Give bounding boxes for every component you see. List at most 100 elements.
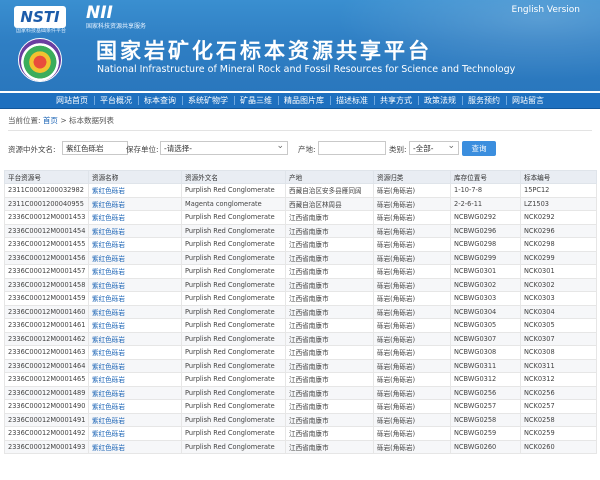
resource-id-cell: 2336C00012M0001457	[4, 264, 89, 279]
specimen-no-cell: NCK0259	[520, 426, 597, 441]
resource-id-cell: 2336C00012M0001460	[4, 304, 89, 319]
nii-logo[interactable]: NII	[86, 3, 113, 23]
specimen-no-cell: NCK0292	[520, 210, 597, 225]
resource-name-link[interactable]: 紫红色砾岩	[88, 372, 182, 387]
resource-name-link[interactable]: 紫红色砾岩	[88, 345, 182, 360]
location-cell: NCBWG0304	[450, 304, 521, 319]
column-header[interactable]: 平台资源号	[4, 170, 89, 184]
nav-item-home[interactable]: 网站首页	[51, 93, 94, 108]
table-row: 2336C00012M0001492 紫红色砾岩 Purplish Red Cong…	[4, 426, 597, 441]
origin-cell: 江西省南康市	[285, 358, 374, 373]
location-cell: NCBWG0259	[450, 426, 521, 441]
specimen-no-cell: NCK0307	[520, 331, 597, 346]
resource-name-link[interactable]: 紫红色砾岩	[88, 223, 182, 238]
resource-name-link[interactable]: 紫红色砾岩	[88, 304, 182, 319]
resource-name-link[interactable]: 紫红色砾岩	[88, 237, 182, 252]
foreign-name-cell: Purplish Red Conglomerate	[181, 412, 286, 427]
resource-name-link[interactable]: 紫红色砾岩	[88, 358, 182, 373]
resource-name-link[interactable]: 紫红色砾岩	[88, 250, 182, 265]
table-row: 2336C00012M0001493 紫红色砾岩 Purplish Red Cong…	[4, 439, 597, 454]
foreign-name-cell: Purplish Red Conglomerate	[181, 372, 286, 387]
table-row: 2311C0001200032982 紫红色砾岩 Purplish Red Cong…	[4, 183, 597, 198]
foreign-name-cell: Purplish Red Conglomerate	[181, 426, 286, 441]
origin-filter-input[interactable]	[318, 141, 386, 155]
table-row: 2336C00012M0001491 紫红色砾岩 Purplish Red Cong…	[4, 412, 597, 427]
resource-name-link[interactable]: 紫红色砾岩	[88, 264, 182, 279]
column-header[interactable]: 库存位置号	[450, 170, 521, 184]
category-filter-select[interactable]: -全部-	[409, 141, 459, 155]
foreign-name-cell: Purplish Red Conglomerate	[181, 304, 286, 319]
nav-item-sharing[interactable]: 共享方式	[375, 93, 418, 108]
column-header[interactable]: 资源名称	[88, 170, 182, 184]
origin-cell: 江西省南康市	[285, 439, 374, 454]
origin-cell: 西藏自治区安多县雁同阔	[285, 183, 374, 198]
specimen-no-cell: NCK0308	[520, 345, 597, 360]
english-version-link[interactable]: English Version	[512, 5, 580, 15]
resource-name-link[interactable]: 紫红色砾岩	[88, 385, 182, 400]
nav-item-booking[interactable]: 服务预约	[463, 93, 506, 108]
resource-name-link[interactable]: 紫红色砾岩	[88, 318, 182, 333]
location-cell: 1-10-7-8	[450, 183, 521, 198]
table-row: 2336C00012M0001454 紫红色砾岩 Purplish Red Cong…	[4, 223, 597, 238]
nav-item-crystal-3d[interactable]: 矿晶三维	[235, 93, 278, 108]
resource-name-link[interactable]: 紫红色砾岩	[88, 331, 182, 346]
table-row: 2311C0001200040955 紫红色砾岩 Magenta conglomer…	[4, 196, 597, 211]
specimen-no-cell: NCK0299	[520, 250, 597, 265]
origin-cell: 江西省南康市	[285, 399, 374, 414]
query-button[interactable]: 查询	[462, 141, 496, 156]
origin-cell: 西藏自治区林周县	[285, 196, 374, 211]
specimen-no-cell: LZ1503	[520, 196, 597, 211]
foreign-name-cell: Purplish Red Conglomerate	[181, 291, 286, 306]
foreign-name-cell: Magenta conglomerate	[181, 196, 286, 211]
nsti-logo-subtitle: 国家科技基础条件平台	[16, 28, 67, 34]
resource-name-link[interactable]: 紫红色砾岩	[88, 196, 182, 211]
location-cell: NCBWG0305	[450, 318, 521, 333]
nav-item-image-library[interactable]: 精品图片库	[279, 93, 330, 108]
column-header[interactable]: 产地	[285, 170, 374, 184]
resource-name-link[interactable]: 紫红色砾岩	[88, 210, 182, 225]
nav-item-overview[interactable]: 平台概况	[95, 93, 138, 108]
foreign-name-cell: Purplish Red Conglomerate	[181, 183, 286, 198]
breadcrumb-divider	[8, 130, 592, 131]
resource-name-link[interactable]: 紫红色砾岩	[88, 412, 182, 427]
nsti-logo[interactable]: NSTI	[14, 6, 66, 28]
column-header[interactable]: 资源外文名	[181, 170, 286, 184]
foreign-name-cell: Purplish Red Conglomerate	[181, 385, 286, 400]
resource-id-cell: 2336C00012M0001454	[4, 223, 89, 238]
resource-id-cell: 2336C00012M0001459	[4, 291, 89, 306]
category-cell: 砾岩(角砾岩)	[373, 196, 451, 211]
foreign-name-cell: Purplish Red Conglomerate	[181, 439, 286, 454]
name-filter-input[interactable]: 紫红色砾岩	[62, 141, 128, 155]
breadcrumb-home-link[interactable]: 首页	[43, 116, 58, 125]
category-cell: 砾岩(角砾岩)	[373, 318, 451, 333]
location-cell: NCBWG0292	[450, 210, 521, 225]
resource-name-link[interactable]: 紫红色砾岩	[88, 426, 182, 441]
resource-name-link[interactable]: 紫红色砾岩	[88, 277, 182, 292]
nav-item-systematic-mineralogy[interactable]: 系统矿物学	[183, 93, 234, 108]
specimen-no-cell: NCK0312	[520, 372, 597, 387]
resource-name-link[interactable]: 紫红色砾岩	[88, 439, 182, 454]
breadcrumb-current: > 标本数据列表	[60, 116, 114, 125]
foreign-name-cell: Purplish Red Conglomerate	[181, 358, 286, 373]
resource-name-link[interactable]: 紫红色砾岩	[88, 399, 182, 414]
origin-cell: 江西省南康市	[285, 250, 374, 265]
column-header[interactable]: 标本编号	[520, 170, 597, 184]
origin-cell: 江西省南康市	[285, 210, 374, 225]
resource-id-cell: 2336C00012M0001455	[4, 237, 89, 252]
location-cell: NCBWG0299	[450, 250, 521, 265]
column-header[interactable]: 资源归类	[373, 170, 451, 184]
nav-item-policies[interactable]: 政策法规	[419, 93, 462, 108]
nav-item-specimen-search[interactable]: 标本查询	[139, 93, 182, 108]
foreign-name-cell: Purplish Red Conglomerate	[181, 277, 286, 292]
category-cell: 砾岩(角砾岩)	[373, 291, 451, 306]
location-cell: NCBWG0301	[450, 264, 521, 279]
category-cell: 砾岩(角砾岩)	[373, 277, 451, 292]
table-row: 2336C00012M0001457 紫红色砾岩 Purplish Red Cong…	[4, 264, 597, 279]
category-cell: 砾岩(角砾岩)	[373, 412, 451, 427]
unit-filter-select[interactable]: -请选择-	[160, 141, 288, 155]
nav-item-standards[interactable]: 描述标准	[331, 93, 374, 108]
location-cell: NCBWG0308	[450, 345, 521, 360]
nav-item-guestbook[interactable]: 网站留言	[507, 93, 550, 108]
resource-name-link[interactable]: 紫红色砾岩	[88, 183, 182, 198]
resource-name-link[interactable]: 紫红色砾岩	[88, 291, 182, 306]
